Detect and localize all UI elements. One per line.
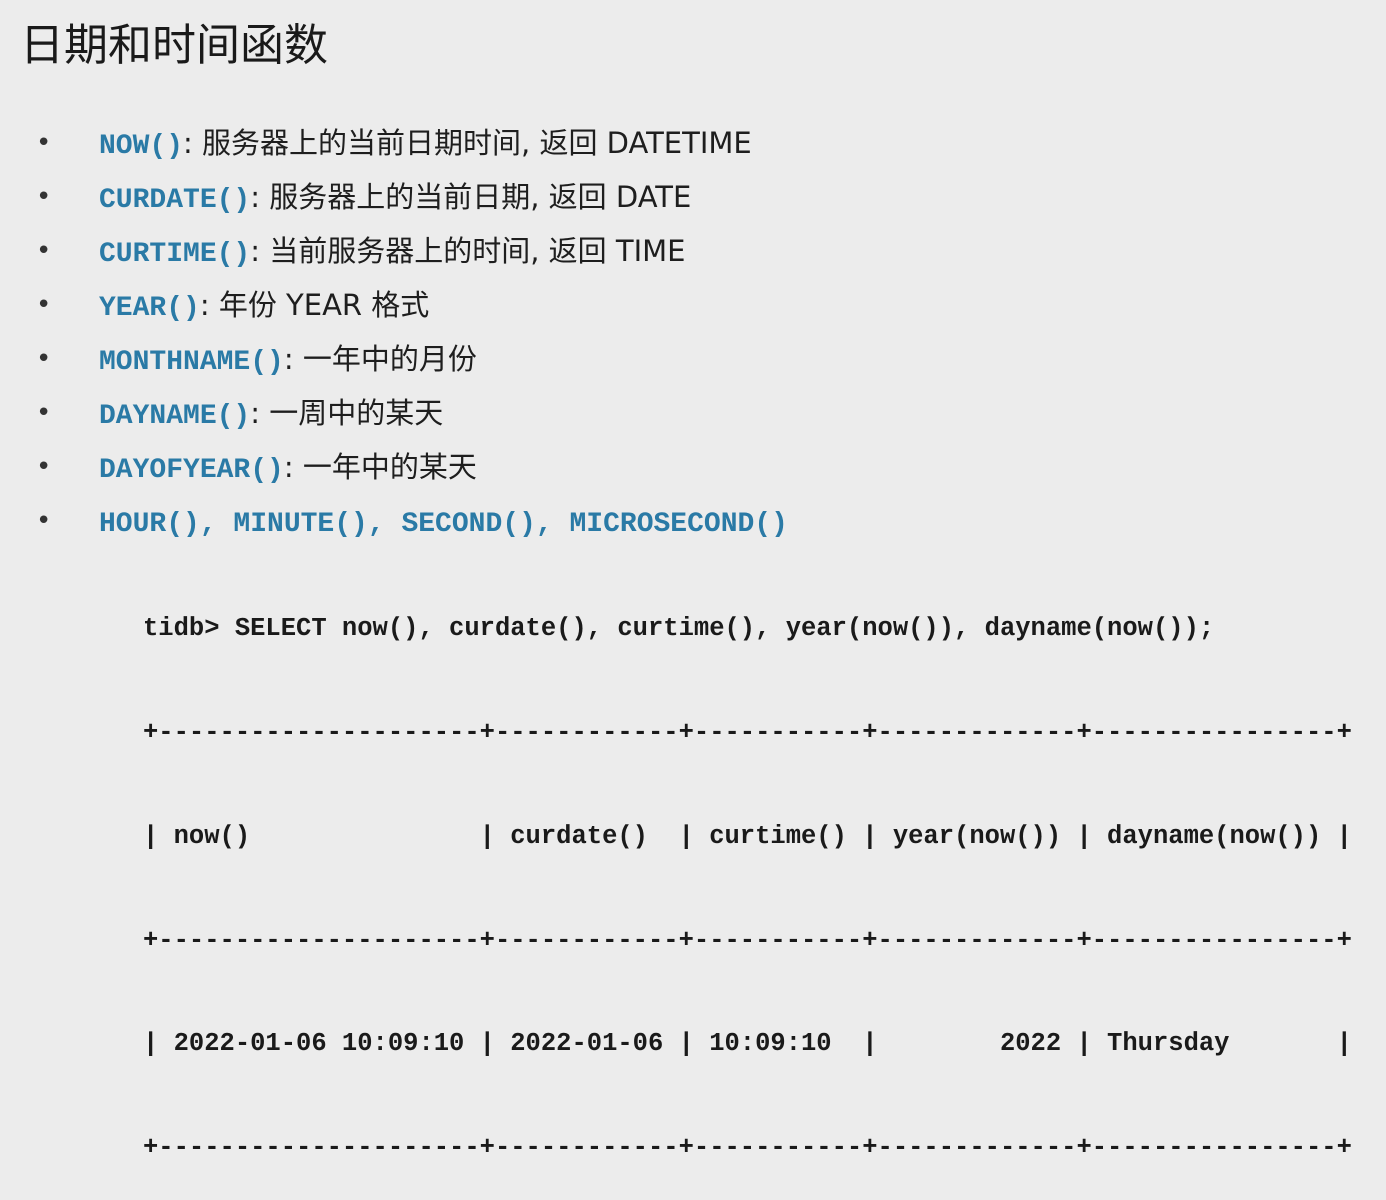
bullet-icon: • bbox=[36, 182, 52, 212]
function-name: DAYOFYEAR() bbox=[99, 455, 284, 486]
sql-output-block: tidb> SELECT now(), curdate(), curtime()… bbox=[143, 543, 1352, 1200]
function-description: : 服务器上的当前日期, 返回 DATE bbox=[250, 180, 692, 214]
function-name: HOUR(), MINUTE(), SECOND(), MICROSECOND(… bbox=[99, 509, 788, 540]
function-description: : 当前服务器上的时间, 返回 TIME bbox=[250, 234, 686, 268]
function-name: MONTHNAME() bbox=[99, 347, 284, 378]
bullet-icon: • bbox=[36, 344, 52, 374]
bullet-icon: • bbox=[36, 398, 52, 428]
function-name: CURDATE() bbox=[99, 185, 251, 216]
function-description: : 一周中的某天 bbox=[250, 396, 444, 430]
table-header-row: | now() | curdate() | curtime() | year(n… bbox=[143, 821, 1352, 851]
function-description: : 服务器上的当前日期时间, 返回 DATETIME bbox=[183, 126, 752, 160]
slide-title: 日期和时间函数 bbox=[20, 20, 328, 71]
table-border: +---------------------+------------+----… bbox=[143, 717, 1352, 747]
function-description: : 一年中的月份 bbox=[283, 342, 477, 376]
bullet-icon: • bbox=[36, 236, 52, 266]
function-name: DAYNAME() bbox=[99, 401, 251, 432]
function-description: : 一年中的某天 bbox=[283, 450, 477, 484]
function-name: CURTIME() bbox=[99, 239, 251, 270]
bullet-icon: • bbox=[36, 452, 52, 482]
table-row: | 2022-01-06 10:09:10 | 2022-01-06 | 10:… bbox=[143, 1029, 1352, 1059]
function-name: YEAR() bbox=[99, 293, 200, 324]
table-border: +---------------------+------------+----… bbox=[143, 1133, 1352, 1163]
bullet-icon: • bbox=[36, 506, 52, 536]
sql-query: tidb> SELECT now(), curdate(), curtime()… bbox=[143, 614, 1215, 644]
function-description: : 年份 YEAR 格式 bbox=[199, 288, 430, 322]
bullet-icon: • bbox=[36, 290, 52, 320]
table-border: +---------------------+------------+----… bbox=[143, 925, 1352, 955]
function-name: NOW() bbox=[99, 131, 184, 162]
bullet-icon: • bbox=[36, 128, 52, 158]
